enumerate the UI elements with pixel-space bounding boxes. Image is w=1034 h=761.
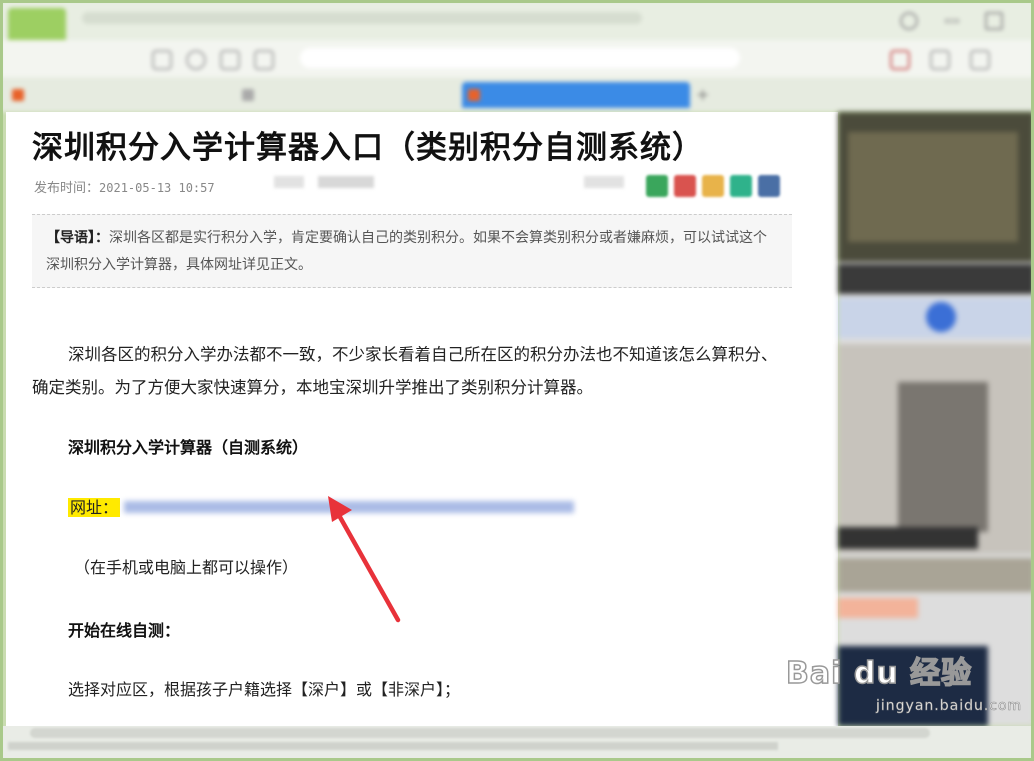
title-bar — [0, 0, 1034, 40]
share-friends-icon[interactable] — [730, 175, 752, 197]
settings-icon[interactable] — [930, 50, 950, 70]
baidu-jingyan-watermark: Bai du 经验 jingyan.baidu.com — [785, 648, 1026, 738]
watermark-url: jingyan.baidu.com — [876, 698, 1023, 715]
self-test-heading: 开始在线自测： — [68, 621, 181, 640]
body-paragraph: 深圳各区的积分入学办法都不一致，不少家长看着自己所在区的积分办法也不知道该怎么算… — [32, 345, 778, 397]
calculator-heading: 深圳积分入学计算器（自测系统） — [68, 438, 309, 457]
favorites-icon[interactable] — [254, 50, 274, 70]
new-tab-button[interactable]: + — [696, 82, 716, 108]
tab-favicon-icon — [12, 89, 24, 101]
tab-1[interactable] — [6, 82, 226, 108]
article-page: 深圳积分入学计算器入口（类别积分自测系统） 发布时间：2021-05-13 10… — [6, 112, 838, 726]
menu-more-icon[interactable] — [970, 50, 990, 70]
step-text: 选择对应区，根据孩子户籍选择【深户】或【非深户】； — [68, 680, 461, 699]
publish-label: 发布时间： — [34, 181, 100, 196]
publish-meta: 发布时间：2021-05-13 10:57 — [34, 177, 215, 196]
sidebar-blurred — [838, 112, 1034, 726]
refresh-icon[interactable] — [186, 50, 206, 70]
share-label-blurred — [584, 176, 624, 191]
menu-icon[interactable] — [900, 12, 918, 30]
status-url-blurred — [8, 742, 778, 753]
browser-chrome: + — [0, 0, 1034, 112]
back-icon[interactable] — [152, 50, 172, 70]
device-note: （在手机或电脑上都可以操作） — [74, 558, 299, 577]
arrow-annotation-icon — [328, 496, 401, 623]
tab-favicon-icon — [468, 89, 480, 101]
address-bar[interactable] — [300, 48, 740, 68]
home-icon[interactable] — [220, 50, 240, 70]
share-weibo-icon[interactable] — [674, 175, 696, 197]
watermark-logo: Bai du 经验 — [785, 655, 973, 692]
tab-active[interactable] — [462, 82, 690, 108]
intro-box: 【导语】：深圳各区都是实行积分入学，肯定要确认自己的类别积分。如果不会算类别积分… — [32, 214, 792, 288]
window-title-text — [82, 12, 642, 24]
intro-label: 【导语】： — [46, 230, 109, 246]
share-qzone-icon[interactable] — [702, 175, 724, 197]
page-title: 深圳积分入学计算器入口（类别积分自测系统） — [32, 130, 704, 166]
tab-bar: + — [0, 78, 1034, 112]
maximize-icon[interactable] — [985, 12, 1003, 30]
share-buttons[interactable] — [646, 175, 786, 201]
url-label: 网址： — [68, 498, 121, 517]
tab-2[interactable] — [236, 82, 456, 108]
share-wechat-icon[interactable] — [646, 175, 668, 197]
minimize-icon[interactable] — [945, 19, 959, 23]
toolbar — [0, 40, 1034, 76]
tab-favicon-icon — [242, 89, 254, 101]
source-info-blurred — [274, 176, 374, 191]
share-more-icon[interactable] — [758, 175, 780, 197]
intro-text: 深圳各区都是实行积分入学，肯定要确认自己的类别积分。如果不会算类别积分或者嫌麻烦… — [46, 230, 767, 273]
publish-date: 2021-05-13 10:57 — [99, 181, 215, 195]
extension-icon[interactable] — [890, 50, 910, 70]
